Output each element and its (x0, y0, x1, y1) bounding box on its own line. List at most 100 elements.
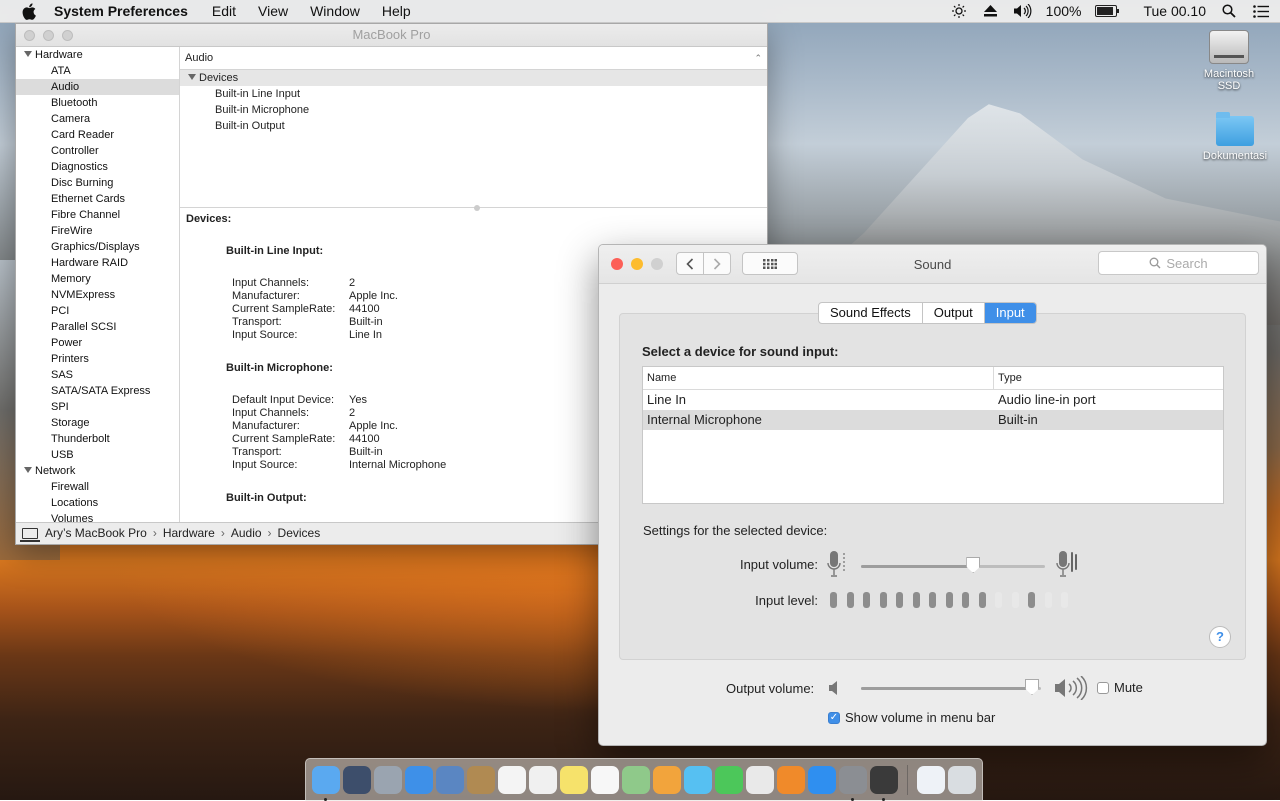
desktop-icon-macintosh-ssd[interactable]: Macintosh SSD (1194, 30, 1264, 92)
sidebar-item[interactable]: Card Reader (16, 127, 179, 143)
app-store-icon[interactable] (808, 766, 836, 794)
window-titlebar[interactable]: MacBook Pro (16, 24, 767, 47)
calendar-icon[interactable] (498, 766, 526, 794)
input-volume-slider[interactable] (861, 557, 1045, 573)
breadcrumb-item[interactable]: Ary’s MacBook Pro (45, 523, 147, 544)
eject-icon[interactable] (982, 2, 1000, 20)
battery-icon[interactable] (1095, 5, 1120, 17)
sidebar-item[interactable]: Controller (16, 143, 179, 159)
safari-icon[interactable] (405, 766, 433, 794)
output-volume-slider[interactable] (861, 679, 1041, 695)
sidebar-item[interactable]: FireWire (16, 223, 179, 239)
messages-icon[interactable] (684, 766, 712, 794)
tree-row[interactable]: Built-in Line Input (180, 86, 767, 102)
sidebar-item[interactable]: NVMExpress (16, 287, 179, 303)
help-button[interactable]: ? (1209, 626, 1231, 648)
sidebar-item[interactable]: Diagnostics (16, 159, 179, 175)
pane-splitter-handle[interactable] (473, 205, 480, 211)
apple-menu-icon[interactable] (20, 2, 38, 20)
rocket-icon[interactable] (374, 766, 402, 794)
sidebar-item[interactable]: SPI (16, 399, 179, 415)
desktop-icon-dokumentasi[interactable]: Dokumentasi (1200, 112, 1270, 162)
tab-output[interactable]: Output (923, 303, 985, 323)
zoom-button[interactable] (62, 30, 73, 41)
battery-percent[interactable]: 100% (1046, 3, 1082, 19)
sidebar-item[interactable]: SATA/SATA Express (16, 383, 179, 399)
system-preferences-icon[interactable] (839, 766, 867, 801)
maps-icon[interactable] (622, 766, 650, 794)
tree-row[interactable]: Built-in Output (180, 118, 767, 134)
disclosure-triangle-icon[interactable] (24, 51, 32, 57)
disclosure-triangle-icon[interactable] (188, 74, 196, 80)
table-row[interactable]: Line In Audio line-in port (643, 390, 1223, 410)
photo-viewer-icon[interactable] (436, 766, 464, 794)
notes-brown-icon[interactable] (467, 766, 495, 794)
sidebar-item[interactable]: Firewall (16, 479, 179, 495)
sidebar-item[interactable]: Power (16, 335, 179, 351)
sidebar-item[interactable]: Disc Burning (16, 175, 179, 191)
finder-icon[interactable] (312, 766, 340, 801)
sidebar-item[interactable]: Thunderbolt (16, 431, 179, 447)
sidebar-group-network[interactable]: Network (16, 463, 179, 479)
spotlight-search-icon[interactable] (1220, 2, 1238, 20)
stickies-icon[interactable] (560, 766, 588, 794)
window-toolbar[interactable]: Sound Search (599, 245, 1266, 284)
itunes-icon[interactable] (746, 766, 774, 794)
tab-input[interactable]: Input (984, 303, 1036, 323)
mute-checkbox[interactable]: Mute (1097, 680, 1143, 695)
document-icon[interactable] (917, 766, 945, 794)
volume-icon[interactable] (1013, 2, 1032, 20)
clock[interactable]: Tue 00.10 (1143, 3, 1206, 19)
sidebar-item[interactable]: Parallel SCSI (16, 319, 179, 335)
sidebar-item[interactable]: Volumes (16, 511, 179, 522)
system-information-icon[interactable] (870, 766, 898, 801)
sidebar-item[interactable]: Fibre Channel (16, 207, 179, 223)
sidebar-item[interactable]: Camera (16, 111, 179, 127)
close-button[interactable] (24, 30, 35, 41)
tree-row[interactable]: Built-in Microphone (180, 102, 767, 118)
sidebar-item[interactable]: Locations (16, 495, 179, 511)
sidebar-item-selected[interactable]: Audio (16, 79, 179, 95)
sidebar-item[interactable]: Memory (16, 271, 179, 287)
sidebar-item[interactable]: USB (16, 447, 179, 463)
sidebar-item[interactable]: ATA (16, 63, 179, 79)
search-field[interactable]: Search (1098, 251, 1259, 275)
column-header[interactable]: Audio ⌃ (180, 47, 767, 70)
app-name-menu[interactable]: System Preferences (54, 3, 188, 19)
notification-center-icon[interactable] (1252, 2, 1270, 20)
sidebar-group-hardware[interactable]: Hardware (16, 47, 179, 63)
facetime-icon[interactable] (715, 766, 743, 794)
disclosure-triangle-icon[interactable] (24, 467, 32, 473)
column-header-name[interactable]: Name (643, 367, 994, 389)
breadcrumb-item[interactable]: Devices (278, 523, 321, 544)
minimize-button[interactable] (43, 30, 54, 41)
show-volume-checkbox[interactable]: ✓ Show volume in menu bar (828, 710, 995, 725)
menu-edit[interactable]: Edit (212, 3, 236, 19)
sort-chevron-icon[interactable]: ⌃ (754, 47, 762, 69)
menu-help[interactable]: Help (382, 3, 411, 19)
sidebar-item[interactable]: Hardware RAID (16, 255, 179, 271)
sidebar-item[interactable]: Ethernet Cards (16, 191, 179, 207)
checkbox-box[interactable]: ✓ (828, 711, 840, 724)
breadcrumb-item[interactable]: Hardware (163, 523, 215, 544)
checkbox-box[interactable] (1097, 681, 1109, 694)
slider-thumb[interactable] (966, 557, 981, 573)
tab-sound-effects[interactable]: Sound Effects (819, 303, 923, 323)
table-row-selected[interactable]: Internal Microphone Built-in (643, 410, 1223, 430)
photos-icon[interactable] (653, 766, 681, 794)
sidebar-item[interactable]: Graphics/Displays (16, 239, 179, 255)
sidebar-item[interactable]: Storage (16, 415, 179, 431)
brightness-icon[interactable] (950, 2, 968, 20)
sidebar-item[interactable]: SAS (16, 367, 179, 383)
column-header-type[interactable]: Type (994, 367, 1022, 389)
trash-icon[interactable] (948, 766, 976, 794)
menu-view[interactable]: View (258, 3, 288, 19)
slider-thumb[interactable] (1025, 679, 1039, 695)
sidebar-item[interactable]: PCI (16, 303, 179, 319)
reminders-icon[interactable] (591, 766, 619, 794)
tree-row-devices[interactable]: Devices (180, 70, 767, 86)
breadcrumb-item[interactable]: Audio (231, 523, 262, 544)
ibooks-icon[interactable] (777, 766, 805, 794)
menu-window[interactable]: Window (310, 3, 360, 19)
sidebar-item[interactable]: Printers (16, 351, 179, 367)
